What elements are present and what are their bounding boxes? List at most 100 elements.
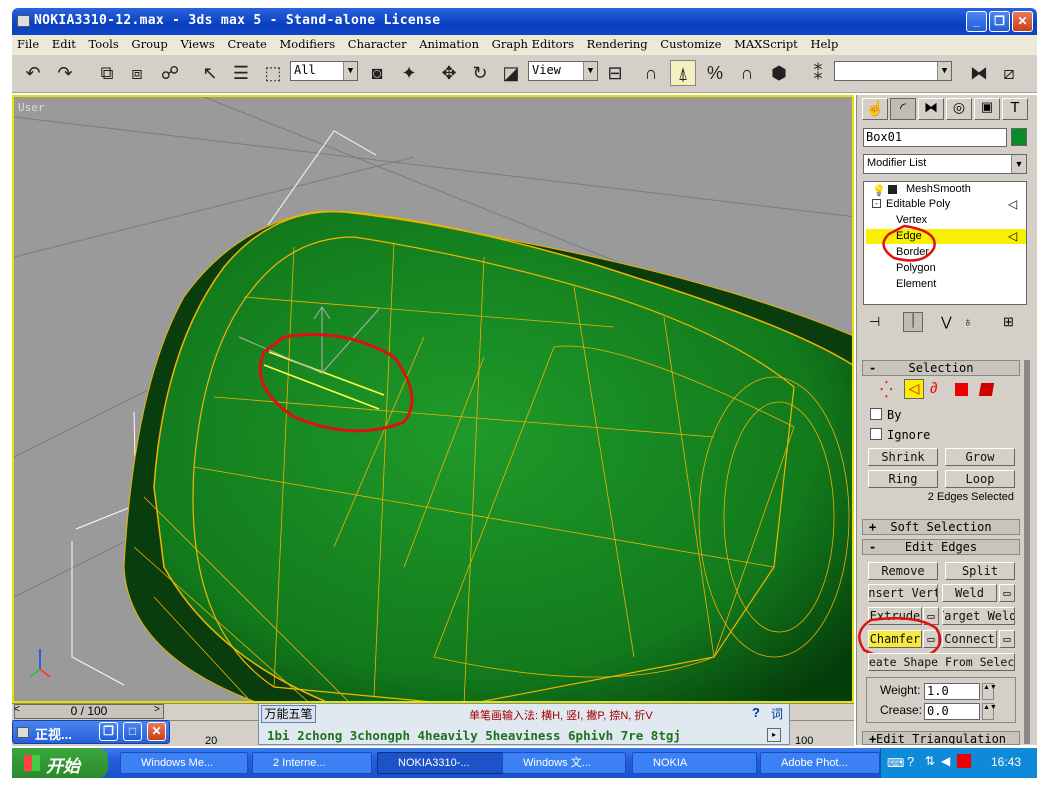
lightbulb-icon[interactable]: 💡 — [872, 184, 886, 197]
hierarchy-tab-icon[interactable]: ⧓ — [918, 98, 944, 120]
object-name-field[interactable]: Box01 — [863, 128, 1007, 147]
rotate-icon[interactable]: ↻ — [467, 60, 493, 86]
percent-snap-icon[interactable]: % — [702, 60, 728, 86]
mirror-icon[interactable]: ⧓ — [966, 60, 992, 86]
menu-views[interactable]: Views — [175, 35, 218, 51]
named-selection-icon[interactable]: ⬢ — [766, 60, 792, 86]
named-selection-dropdown[interactable]: ▼ — [834, 61, 952, 81]
viewport-label[interactable]: User — [18, 101, 45, 114]
taskbar-item-media[interactable]: Windows Me... — [120, 752, 248, 774]
remove-button[interactable]: Remove — [868, 562, 938, 580]
connect-settings-button[interactable]: ▭ — [999, 630, 1015, 648]
weld-button[interactable]: Weld — [942, 584, 997, 602]
create-shape-button[interactable]: Create Shape From Selection — [868, 653, 1015, 671]
menu-group[interactable]: Group — [126, 35, 171, 51]
scale-icon[interactable]: ◪ — [498, 60, 524, 86]
select-by-name-icon[interactable]: ☰ — [228, 60, 254, 86]
soft-selection-rollout-header[interactable]: + Soft Selection — [862, 519, 1020, 535]
make-unique-icon[interactable]: ⋁ — [941, 314, 952, 330]
time-next-icon[interactable]: > — [154, 704, 160, 715]
menu-edit[interactable]: Edit — [47, 35, 80, 51]
taskbar-item-nokia-folder[interactable]: NOKIA — [632, 752, 757, 774]
restore-button[interactable]: ❐ — [99, 722, 118, 741]
taskbar-item-word[interactable]: Windows 文... — [502, 752, 626, 774]
edit-triangulation-rollout-header[interactable]: + Edit Triangulation — [862, 731, 1020, 745]
border-mode-icon[interactable]: ∂ — [930, 380, 937, 397]
ime-word-button[interactable]: 词 — [767, 705, 787, 723]
window-crossing-icon[interactable]: ◙ — [364, 60, 390, 86]
ring-button[interactable]: Ring — [868, 470, 938, 488]
input-method-icon[interactable] — [957, 754, 971, 768]
crease-field[interactable]: 0.0 — [924, 703, 980, 720]
maximize-button[interactable]: ❐ — [989, 11, 1010, 32]
element-mode-icon[interactable] — [978, 383, 995, 396]
selection-rollout-header[interactable]: - Selection — [862, 360, 1020, 376]
connect-button[interactable]: Connect — [942, 630, 997, 648]
ime-help-button[interactable]: ? — [747, 705, 765, 723]
vertex-mode-icon[interactable]: ⁛ — [880, 380, 893, 400]
time-prev-icon[interactable]: < — [14, 704, 20, 715]
modifier-list-dropdown[interactable]: Modifier List ▼ — [863, 154, 1027, 174]
close-button[interactable]: ✕ — [147, 722, 166, 741]
snap-icon[interactable]: ∩ — [638, 60, 664, 86]
collapse-icon[interactable]: - — [872, 199, 881, 208]
pivot-icon[interactable]: ⊟ — [602, 60, 628, 86]
ime-candidates[interactable]: 1bi 2chong 3chongph 4heavily 5heaviness … — [267, 728, 681, 743]
select-object-icon[interactable]: ↖ — [197, 60, 223, 86]
menu-maxscript[interactable]: MAXScript — [729, 35, 802, 51]
object-color-swatch[interactable] — [1011, 128, 1027, 146]
menu-customize[interactable]: Customize — [655, 35, 725, 51]
panel-scrollbar[interactable] — [1024, 360, 1030, 744]
shrink-button[interactable]: Shrink — [868, 448, 938, 466]
unlink-icon[interactable]: ⧈ — [124, 60, 150, 86]
undo-icon[interactable]: ↶ — [20, 60, 46, 86]
redo-icon[interactable]: ↷ — [52, 60, 78, 86]
help-tray-icon[interactable]: ? — [907, 754, 914, 769]
loop-button[interactable]: Loop — [945, 470, 1015, 488]
bind-space-warp-icon[interactable]: ☍ — [157, 60, 183, 86]
volume-icon[interactable]: ◀ — [941, 754, 950, 768]
select-move-icon[interactable]: ✦ — [396, 60, 422, 86]
viewport-user[interactable]: User — [12, 95, 854, 703]
crease-spinner[interactable]: ▲▼ — [982, 703, 997, 720]
keyboard-icon[interactable]: ⌨ — [887, 756, 904, 770]
ime-name[interactable]: 万能五笔 — [261, 705, 316, 723]
expand-icon[interactable] — [888, 185, 897, 194]
motion-tab-icon[interactable]: ◎ — [946, 98, 972, 120]
taskbar-item-photoshop[interactable]: Adobe Phot... — [760, 752, 880, 774]
network-icon[interactable]: ⇅ — [925, 754, 935, 768]
menu-rendering[interactable]: Rendering — [582, 35, 652, 51]
maximize-button[interactable]: □ — [123, 722, 142, 741]
align-icon[interactable]: ⧄ — [996, 60, 1022, 86]
display-tab-icon[interactable]: ▣ — [974, 98, 1000, 120]
weld-settings-button[interactable]: ▭ — [999, 584, 1015, 602]
ime-page-icon[interactable]: ▸ — [767, 728, 781, 742]
weight-spinner[interactable]: ▲▼ — [982, 683, 997, 700]
stack-meshsmooth[interactable]: MeshSmooth — [906, 183, 971, 195]
menu-modifiers[interactable]: Modifiers — [275, 35, 340, 51]
rect-region-icon[interactable]: ⬚ — [260, 60, 286, 86]
grow-button[interactable]: Grow — [945, 448, 1015, 466]
remove-modifier-icon[interactable]: ♁ — [963, 314, 973, 329]
stack-vertex[interactable]: Vertex — [896, 214, 927, 226]
by-vertex-checkbox[interactable] — [870, 408, 882, 420]
insert-vertex-button[interactable]: Insert Vertex — [868, 584, 938, 602]
stack-editable-poly[interactable]: Editable Poly — [886, 198, 950, 210]
utilities-tab-icon[interactable]: T — [1002, 98, 1028, 120]
minimize-button[interactable]: _ — [966, 11, 987, 32]
ignore-backfacing-checkbox[interactable] — [870, 428, 882, 440]
modify-tab-icon[interactable]: ◜ — [890, 98, 916, 120]
edge-mode-button-icon[interactable]: ◁ — [904, 379, 924, 399]
time-slider[interactable]: 0 / 100 — [14, 704, 164, 719]
show-end-result-icon[interactable]: ⏐ — [903, 312, 923, 332]
menu-graph-editors[interactable]: Graph Editors — [487, 35, 578, 51]
taskbar-item-ie[interactable]: 2 Interne... — [252, 752, 372, 774]
menu-character[interactable]: Character — [343, 35, 411, 51]
pin-stack-icon[interactable]: ⊣ — [869, 314, 880, 330]
move-icon[interactable]: ✥ — [436, 60, 462, 86]
minimized-window[interactable]: 正视... ❐ □ ✕ — [12, 720, 170, 744]
polygon-mode-icon[interactable] — [955, 383, 968, 396]
edit-edges-rollout-header[interactable]: - Edit Edges — [862, 539, 1020, 555]
menu-file[interactable]: File — [12, 35, 43, 51]
create-tab-icon[interactable]: ☝ — [862, 98, 888, 120]
